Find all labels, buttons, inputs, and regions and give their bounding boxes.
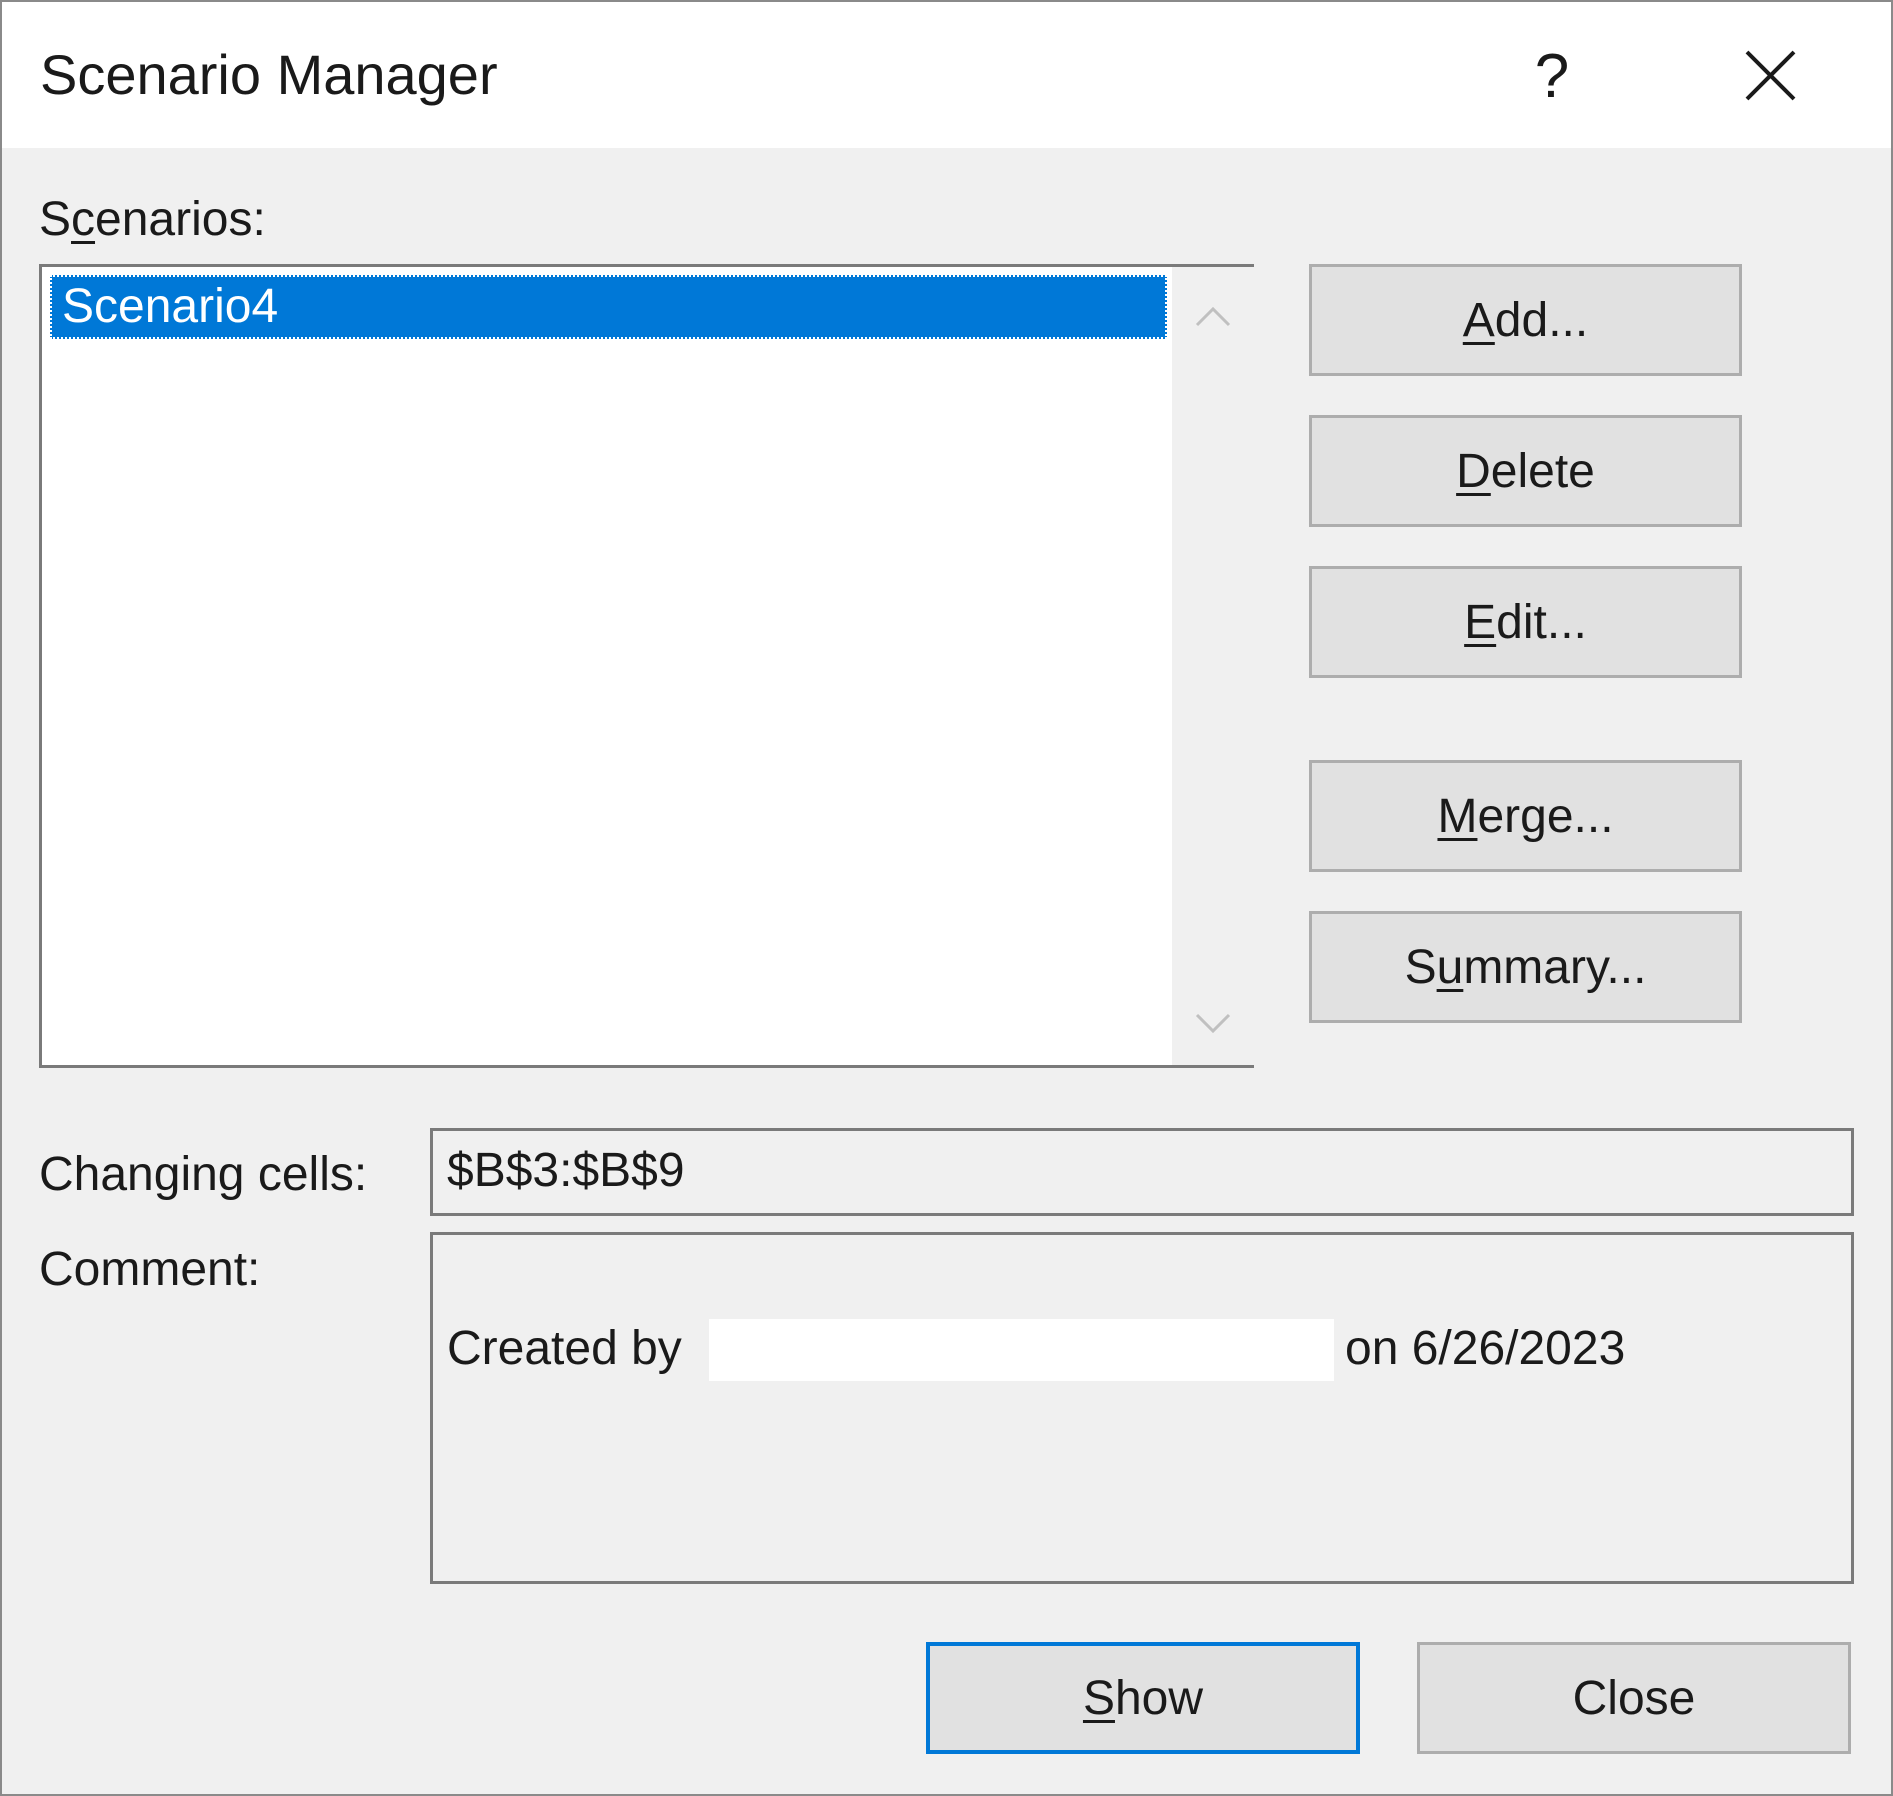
scenarios-listbox[interactable]: Scenario4: [39, 264, 1254, 1068]
scenarios-label: Scenarios:: [39, 193, 266, 246]
changing-cells-field[interactable]: $B$3:$B$9: [430, 1128, 1854, 1216]
scroll-up-icon[interactable]: [1193, 297, 1233, 337]
summary-button[interactable]: Summary...: [1309, 911, 1742, 1023]
add-button[interactable]: Add...: [1309, 264, 1742, 376]
comment-prefix: Created by: [447, 1322, 682, 1375]
comment-field[interactable]: Created by on 6/26/2023: [430, 1232, 1854, 1584]
dialog-title: Scenario Manager: [40, 43, 498, 106]
delete-button[interactable]: Delete: [1309, 415, 1742, 527]
scroll-down-icon[interactable]: [1193, 1003, 1233, 1043]
changing-cells-label: Changing cells:: [39, 1148, 368, 1201]
title-bar: Scenario Manager ?: [2, 2, 1891, 148]
list-item-scenario4[interactable]: Scenario4: [50, 275, 1167, 339]
help-button[interactable]: ?: [1512, 32, 1592, 122]
comment-label: Comment:: [39, 1243, 261, 1296]
merge-button[interactable]: Merge...: [1309, 760, 1742, 872]
edit-button[interactable]: Edit...: [1309, 566, 1742, 678]
vertical-scrollbar[interactable]: [1172, 267, 1254, 1065]
close-icon[interactable]: [1732, 32, 1812, 122]
comment-suffix: on 6/26/2023: [1345, 1322, 1626, 1375]
close-button[interactable]: Close: [1417, 1642, 1851, 1754]
show-button[interactable]: Show: [926, 1642, 1360, 1754]
scenario-manager-dialog: Scenario Manager ? Scenarios: Scenario4 …: [0, 0, 1893, 1796]
redacted-name: [709, 1319, 1334, 1381]
